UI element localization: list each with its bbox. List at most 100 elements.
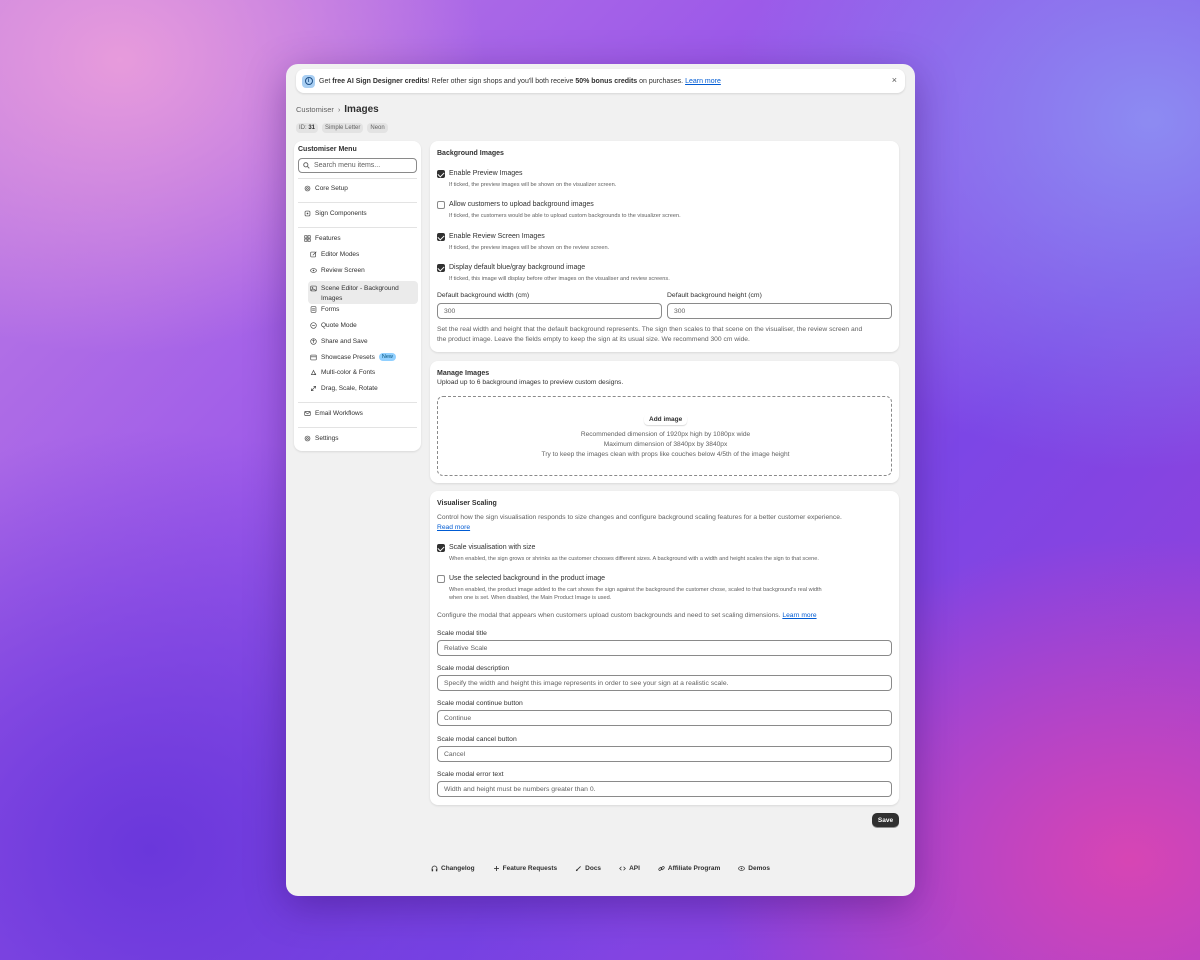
allow-upload-checkbox[interactable] bbox=[437, 201, 445, 209]
section-title: Manage Images bbox=[437, 370, 490, 377]
sidebar-item-forms[interactable]: Forms bbox=[310, 306, 339, 313]
enable-preview-images-checkbox[interactable] bbox=[437, 170, 445, 178]
type-tag: Simple Letter bbox=[322, 123, 364, 133]
read-more-link[interactable]: Read more bbox=[437, 524, 470, 531]
customiser-menu: Customiser Menu Search menu items... Cor… bbox=[294, 141, 421, 451]
app-window: i Get free AI Sign Designer credits! Ref… bbox=[286, 64, 915, 896]
scale-modal-cancel-input[interactable]: Cancel bbox=[437, 746, 892, 762]
divider bbox=[298, 402, 417, 403]
save-button[interactable]: Save bbox=[872, 813, 899, 827]
plus-icon bbox=[493, 866, 499, 871]
form-icon bbox=[310, 306, 317, 313]
sidebar-item-core-setup[interactable]: Core Setup bbox=[304, 185, 348, 192]
footer-links: Changelog Feature Requests Docs API Affi… bbox=[286, 865, 915, 872]
scale-modal-title-input[interactable]: Relative Scale bbox=[437, 640, 892, 656]
scale-visualisation-option[interactable]: Scale visualisation with size bbox=[437, 544, 535, 552]
referral-banner: i Get free AI Sign Designer credits! Ref… bbox=[296, 69, 905, 93]
info-icon: i bbox=[302, 74, 315, 88]
width-input[interactable]: 300 bbox=[437, 303, 662, 319]
preset-icon bbox=[310, 354, 317, 360]
dropzone-hint: Try to keep the images clean with props … bbox=[541, 451, 790, 458]
eye-icon bbox=[310, 268, 317, 273]
scale-modal-error-input[interactable]: Width and height must be numbers greater… bbox=[437, 781, 892, 797]
help-text: If ticked, the preview images will be sh… bbox=[449, 245, 610, 251]
sidebar-item-multi-color-fonts[interactable]: Multi-color & Fonts bbox=[310, 369, 375, 376]
allow-upload-option[interactable]: Allow customers to upload background ima… bbox=[437, 201, 594, 209]
share-icon bbox=[310, 338, 317, 345]
search-icon bbox=[303, 162, 310, 169]
divider bbox=[298, 178, 417, 179]
scale-modal-title-label: Scale modal title bbox=[437, 630, 487, 637]
footer-link-docs[interactable]: Docs bbox=[575, 865, 601, 872]
dropzone-hint: Maximum dimension of 3840px by 3840px bbox=[603, 441, 728, 448]
gear-icon bbox=[304, 185, 311, 192]
sidebar-item-features[interactable]: Features bbox=[304, 235, 341, 242]
sidebar-item-showcase-presets[interactable]: Showcase Presets New bbox=[310, 353, 396, 361]
sidebar-item-sign-components[interactable]: Sign Components bbox=[304, 210, 367, 217]
banner-text: Get free AI Sign Designer credits! Refer… bbox=[319, 77, 721, 85]
resize-icon bbox=[311, 386, 316, 391]
sidebar-item-scene-editor[interactable]: Scene Editor - Background Images bbox=[308, 281, 418, 304]
breadcrumb-parent[interactable]: Customiser bbox=[296, 105, 334, 114]
type-tag: Neon bbox=[367, 123, 388, 133]
scale-modal-continue-input[interactable]: Continue bbox=[437, 710, 892, 726]
configure-text: Configure the modal that appears when cu… bbox=[437, 612, 817, 619]
section-title: Visualiser Scaling bbox=[437, 500, 497, 507]
banner-learn-more-link[interactable]: Learn more bbox=[685, 78, 721, 85]
footer-link-changelog[interactable]: Changelog bbox=[431, 865, 475, 872]
section-title: Background Images bbox=[437, 150, 504, 157]
help-text: When enabled, the sign grows or shrinks … bbox=[449, 556, 819, 562]
scale-visualisation-checkbox[interactable] bbox=[437, 544, 445, 552]
headset-icon bbox=[431, 865, 438, 872]
edit-icon bbox=[310, 251, 317, 258]
footer-link-feature-requests[interactable]: Feature Requests bbox=[493, 865, 557, 872]
sidebar-item-editor-modes[interactable]: Editor Modes bbox=[310, 251, 359, 258]
footer-link-api[interactable]: API bbox=[619, 865, 640, 872]
divider bbox=[298, 202, 417, 203]
add-image-button[interactable]: Add image bbox=[644, 414, 688, 425]
height-label: Default background height (cm) bbox=[667, 292, 762, 299]
search-input[interactable]: Search menu items... bbox=[298, 158, 417, 173]
section-subtitle: Upload up to 6 background images to prev… bbox=[437, 379, 624, 386]
sidebar-item-email-workflows[interactable]: Email Workflows bbox=[304, 410, 363, 417]
sidebar-item-settings[interactable]: Settings bbox=[304, 435, 339, 442]
use-background-option[interactable]: Use the selected background in the produ… bbox=[437, 575, 605, 583]
email-icon bbox=[304, 411, 311, 416]
breadcrumb: Customiser › Images bbox=[296, 104, 379, 115]
image-dropzone[interactable]: Add image Recommended dimension of 1920p… bbox=[437, 396, 892, 476]
default-background-checkbox[interactable] bbox=[437, 264, 445, 272]
help-text: If ticked, the preview images will be sh… bbox=[449, 182, 617, 188]
enable-review-screen-checkbox[interactable] bbox=[437, 233, 445, 241]
palette-icon bbox=[310, 369, 317, 376]
sidebar-item-drag-scale-rotate[interactable]: Drag, Scale, Rotate bbox=[310, 385, 378, 392]
help-text: When enabled, the product image added to… bbox=[449, 587, 822, 601]
footer-link-affiliate-program[interactable]: Affiliate Program bbox=[658, 865, 720, 872]
scale-modal-description-label: Scale modal description bbox=[437, 665, 510, 672]
sidebar-item-share-and-save[interactable]: Share and Save bbox=[310, 338, 368, 345]
footer-link-demos[interactable]: Demos bbox=[738, 865, 770, 872]
sidebar-item-quote-mode[interactable]: Quote Mode bbox=[310, 322, 357, 329]
scale-modal-continue-label: Scale modal continue button bbox=[437, 700, 523, 707]
eye-icon bbox=[738, 866, 746, 871]
page-title: Images bbox=[344, 104, 379, 115]
docs-icon bbox=[576, 866, 582, 872]
dropzone-hint: Recommended dimension of 1920px high by … bbox=[580, 431, 751, 438]
sidebar-item-review-screen[interactable]: Review Screen bbox=[310, 267, 365, 274]
id-tag: ID: 31 bbox=[296, 123, 319, 133]
use-background-checkbox[interactable] bbox=[437, 575, 445, 583]
enable-preview-images-option[interactable]: Enable Preview Images bbox=[437, 170, 523, 178]
learn-more-link[interactable]: Learn more bbox=[782, 612, 816, 619]
visualiser-scaling-card: Visualiser Scaling Control how the sign … bbox=[430, 491, 899, 805]
help-text: If ticked, the customers would be able t… bbox=[449, 213, 681, 219]
quote-icon bbox=[310, 322, 317, 329]
grid-icon bbox=[304, 235, 311, 242]
close-icon[interactable]: × bbox=[892, 75, 897, 85]
scale-modal-error-label: Scale modal error text bbox=[437, 771, 504, 778]
scale-modal-description-input[interactable]: Specify the width and height this image … bbox=[437, 675, 892, 691]
height-input[interactable]: 300 bbox=[667, 303, 892, 319]
default-background-option[interactable]: Display default blue/gray background ima… bbox=[437, 264, 585, 272]
help-text: If ticked, this image will display befor… bbox=[449, 276, 670, 282]
breadcrumb-separator: › bbox=[337, 107, 341, 114]
enable-review-screen-option[interactable]: Enable Review Screen Images bbox=[437, 233, 545, 241]
code-icon bbox=[619, 866, 626, 871]
